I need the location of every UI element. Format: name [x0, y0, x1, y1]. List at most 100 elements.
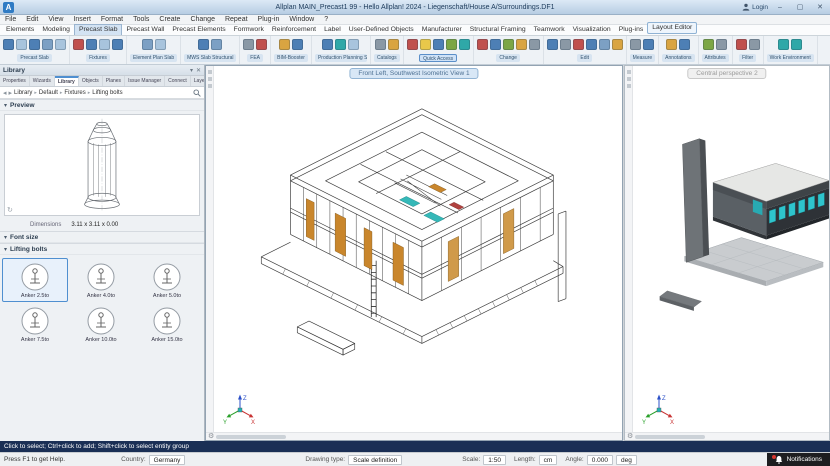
menu-item[interactable]: Edit — [21, 15, 43, 25]
toolbar-icon[interactable] — [335, 39, 346, 50]
scrollbar-thumb[interactable] — [216, 435, 286, 439]
country-value[interactable]: Germany — [149, 455, 186, 465]
toolbar-icon[interactable] — [643, 39, 654, 50]
menu-item[interactable]: Create — [154, 15, 185, 25]
ribbon-tab[interactable]: Formwork — [230, 25, 268, 35]
toolbar-icon[interactable] — [42, 39, 53, 50]
viewport-perspective[interactable]: Central perspective 2 ⚙ — [624, 65, 830, 441]
toolbar-icon[interactable] — [716, 39, 727, 50]
toolbar-icon[interactable] — [388, 39, 399, 50]
palette-tab[interactable]: Issue Manager — [125, 76, 165, 86]
gear-icon[interactable]: ⚙ — [627, 433, 633, 441]
toolbar-icon[interactable] — [198, 39, 209, 50]
toolbar-icon[interactable] — [477, 39, 488, 50]
toolbar-icon[interactable] — [599, 39, 610, 50]
notifications-button[interactable]: Notifications — [767, 453, 830, 466]
toolbar-icon[interactable] — [99, 39, 110, 50]
toolbar-icon[interactable] — [16, 39, 27, 50]
menu-item[interactable]: Repeat — [220, 15, 253, 25]
toolbar-icon[interactable] — [55, 39, 66, 50]
toolbar-icon[interactable] — [547, 39, 558, 50]
breadcrumb-back-icon[interactable]: ◂ — [3, 89, 7, 97]
menu-item[interactable]: Change — [185, 15, 220, 25]
toolbar-icon[interactable] — [490, 39, 501, 50]
scale-value[interactable]: 1:50 — [483, 455, 506, 465]
breadcrumb-item[interactable]: Library — [14, 90, 32, 96]
toolbar-icon[interactable] — [112, 39, 123, 50]
toolbar-icon[interactable] — [322, 39, 333, 50]
minimize-button[interactable]: – — [772, 1, 788, 14]
ribbon-tab[interactable]: Precast Elements — [168, 25, 229, 35]
gear-icon[interactable]: ⚙ — [208, 433, 214, 441]
ribbon-tab[interactable]: Label — [320, 25, 345, 35]
toolbar-icon[interactable] — [630, 39, 641, 50]
toolbar-icon[interactable] — [292, 39, 303, 50]
angle-value[interactable]: 0.000 — [587, 455, 613, 465]
ribbon-tab[interactable]: User-Defined Objects — [345, 25, 418, 35]
toolbar-icon[interactable] — [420, 39, 431, 50]
toolbar-icon[interactable] — [529, 39, 540, 50]
palette-tab[interactable]: Planes — [103, 76, 125, 86]
ribbon-tab[interactable]: Layout Editor — [647, 22, 697, 34]
section-header-lifting-bolts[interactable]: ▾ Lifting bolts — [0, 243, 204, 255]
search-icon[interactable] — [193, 89, 201, 97]
ribbon-tab[interactable]: Structural Framing — [466, 25, 530, 35]
breadcrumb-item[interactable]: Fixtures — [58, 90, 86, 96]
toolbar-icon[interactable] — [516, 39, 527, 50]
viewport-scrollbar[interactable]: ⚙ — [625, 432, 829, 440]
palette-tab[interactable]: Library — [55, 76, 79, 86]
menu-item[interactable]: ? — [319, 15, 333, 25]
menu-item[interactable]: Format — [96, 15, 128, 25]
palette-tab[interactable]: Connect — [165, 76, 191, 86]
toolbar-icon[interactable] — [612, 39, 623, 50]
menu-item[interactable]: Plug-in — [253, 15, 285, 25]
viewport-side-toolbar[interactable] — [206, 66, 214, 432]
ribbon-tab[interactable]: Reinforcement — [268, 25, 320, 35]
toolbar-icon[interactable] — [256, 39, 267, 50]
ribbon-tab[interactable]: Elements — [2, 25, 38, 35]
palette-tab[interactable]: Layers — [191, 76, 204, 86]
ribbon-tab[interactable]: Manufacturer — [418, 25, 466, 35]
lifting-bolt-item[interactable]: Anker 4.0to — [68, 258, 134, 302]
toolbar-icon[interactable] — [778, 39, 789, 50]
close-button[interactable]: ✕ — [812, 1, 828, 14]
lifting-bolt-item[interactable]: Anker 10.0to — [68, 302, 134, 346]
toolbar-icon[interactable] — [573, 39, 584, 50]
panel-menu-icon[interactable]: ▾ — [190, 67, 193, 74]
menu-item[interactable]: Insert — [68, 15, 96, 25]
lifting-bolt-item[interactable]: Anker 7.5to — [2, 302, 68, 346]
section-header-preview[interactable]: ▾ Preview — [0, 99, 204, 111]
breadcrumb-item[interactable]: Default — [32, 90, 58, 96]
toolbar-icon[interactable] — [3, 39, 14, 50]
toolbar-icon[interactable] — [142, 39, 153, 50]
fixture-preview[interactable]: ↻ — [4, 114, 200, 216]
breadcrumb-item[interactable]: Lifting bolts — [86, 90, 123, 96]
toolbar-icon[interactable] — [560, 39, 571, 50]
ribbon-tab[interactable]: Plug-ins — [615, 25, 648, 35]
panel-close-icon[interactable]: ✕ — [196, 67, 201, 74]
viewport-isometric[interactable]: Front Left, Southwest Isometric View 1 ⚙ — [205, 65, 623, 441]
toolbar-icon[interactable] — [791, 39, 802, 50]
toolbar-icon[interactable] — [666, 39, 677, 50]
toolbar-icon[interactable] — [155, 39, 166, 50]
maximize-button[interactable]: ▢ — [792, 1, 808, 14]
section-header-font-size[interactable]: ▾ Font size — [0, 231, 204, 243]
toolbar-icon[interactable] — [503, 39, 514, 50]
toolbar-icon[interactable] — [736, 39, 747, 50]
toolbar-icon[interactable] — [29, 39, 40, 50]
lifting-bolt-item[interactable]: Anker 15.0to — [134, 302, 200, 346]
viewport-title[interactable]: Central perspective 2 — [687, 68, 766, 79]
palette-tab[interactable]: Properties — [0, 76, 30, 86]
ribbon-tab[interactable]: Teamwork — [530, 25, 569, 35]
menu-item[interactable]: Tools — [128, 15, 154, 25]
lifting-bolt-item[interactable]: Anker 5.0to — [134, 258, 200, 302]
menu-item[interactable]: Window — [284, 15, 319, 25]
toolbar-icon[interactable] — [243, 39, 254, 50]
rotate-preview-icon[interactable]: ↻ — [7, 206, 13, 214]
palette-tab[interactable]: Wizards — [30, 76, 55, 86]
toolbar-icon[interactable] — [749, 39, 760, 50]
length-value[interactable]: cm — [539, 455, 558, 465]
toolbar-icon[interactable] — [348, 39, 359, 50]
toolbar-icon[interactable] — [407, 39, 418, 50]
toolbar-icon[interactable] — [73, 39, 84, 50]
